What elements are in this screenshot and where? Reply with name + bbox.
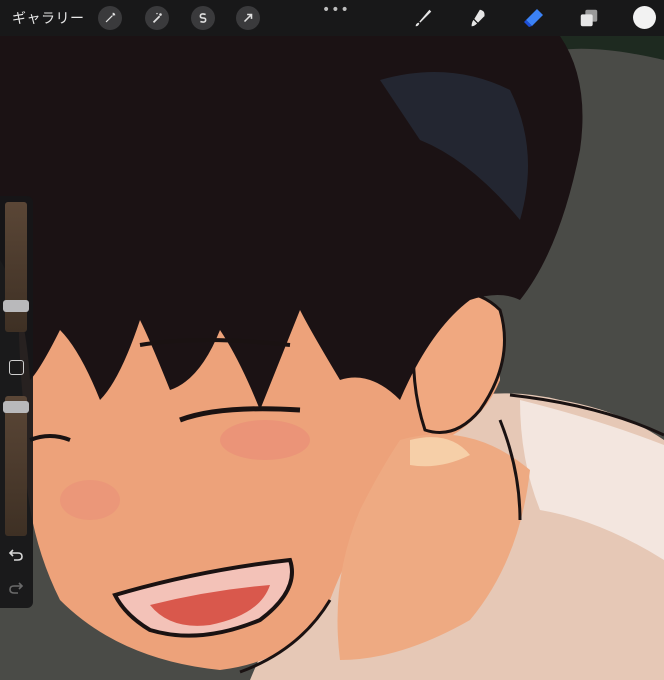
more-options-button[interactable]: •••	[322, 2, 350, 18]
brush-icon[interactable]	[410, 5, 436, 31]
blush-left	[60, 480, 120, 520]
eraser-icon[interactable]	[520, 5, 546, 31]
redo-icon[interactable]	[8, 579, 24, 595]
opacity-slider[interactable]	[5, 396, 27, 536]
undo-icon[interactable]	[8, 546, 24, 562]
drawing-canvas[interactable]	[0, 0, 664, 680]
brush-size-thumb[interactable]	[3, 300, 29, 312]
magic-wand-icon[interactable]	[145, 6, 169, 30]
gallery-button[interactable]: ギャラリー	[12, 8, 85, 28]
square-icon[interactable]	[9, 360, 24, 375]
color-well[interactable]	[633, 6, 656, 29]
wrench-icon[interactable]	[98, 6, 122, 30]
opacity-thumb[interactable]	[3, 401, 29, 413]
brush-size-slider[interactable]	[5, 202, 27, 332]
layers-icon[interactable]	[576, 5, 602, 31]
smudge-icon[interactable]	[465, 5, 491, 31]
top-toolbar: ギャラリー •••	[0, 0, 664, 36]
arrow-cursor-icon[interactable]	[236, 6, 260, 30]
selection-s-icon[interactable]	[191, 6, 215, 30]
procreate-app: ギャラリー •••	[0, 0, 664, 680]
blush-right	[220, 420, 310, 460]
left-sidebar	[0, 196, 33, 608]
